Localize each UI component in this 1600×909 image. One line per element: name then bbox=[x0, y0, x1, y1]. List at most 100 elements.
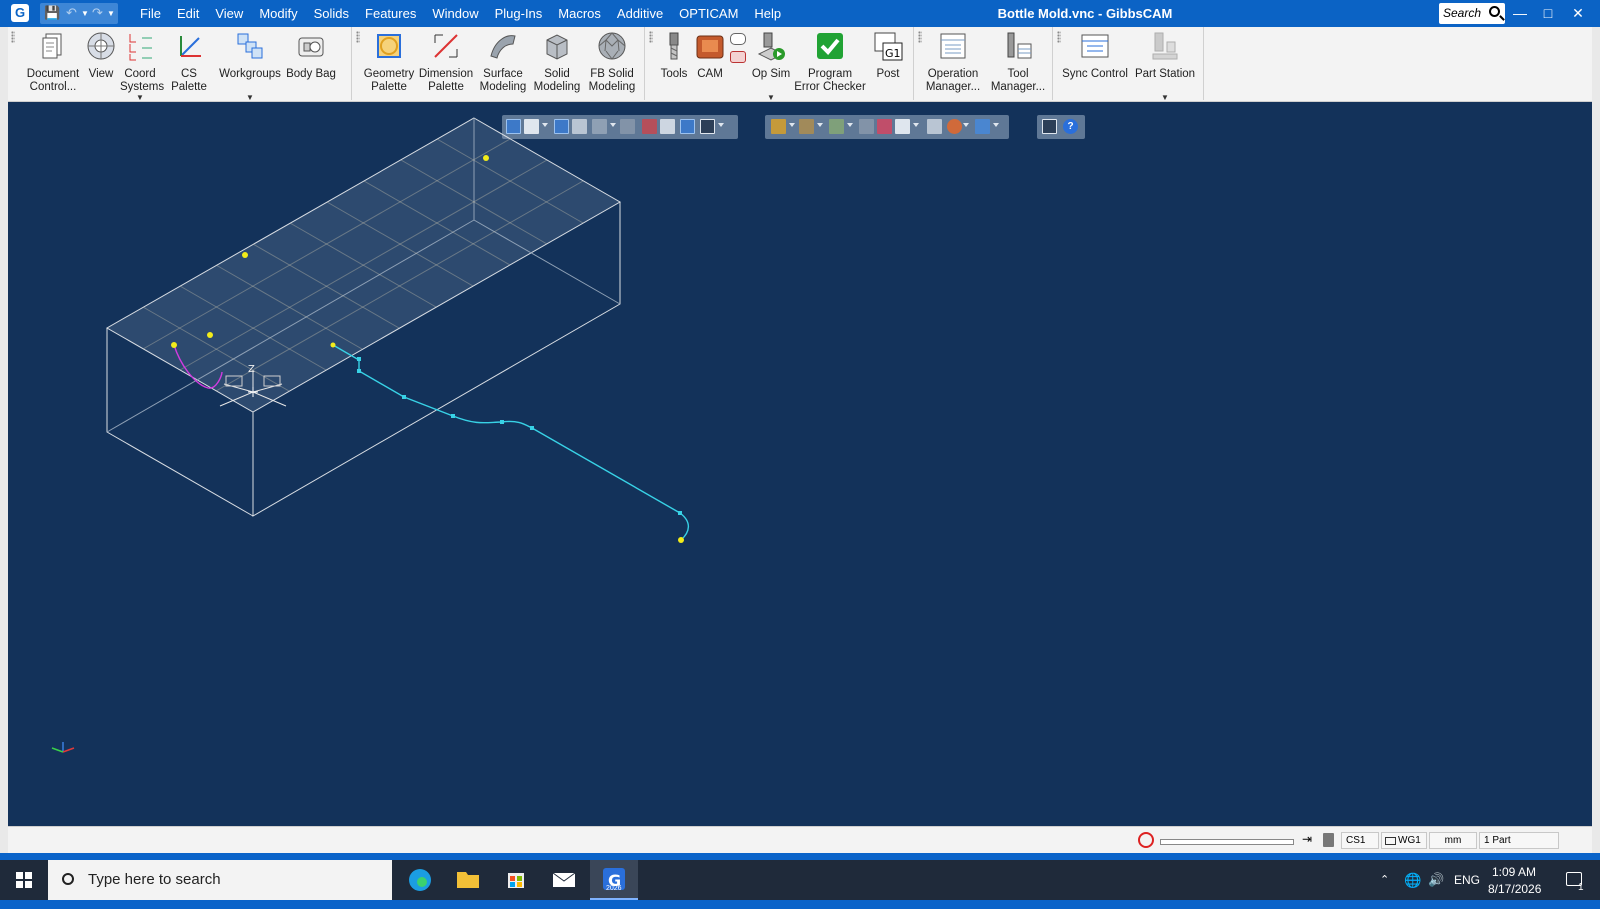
edge-app[interactable] bbox=[396, 860, 444, 900]
clock-date[interactable]: 8/17/2026 bbox=[1488, 869, 1541, 909]
maximize-button[interactable]: □ bbox=[1534, 0, 1562, 27]
redo-dropdown-icon[interactable]: ▼ bbox=[107, 9, 115, 18]
sync-control-label: Sync Control bbox=[1062, 68, 1128, 80]
tool-manager-label-2: Manager... bbox=[990, 81, 1046, 93]
sync-control-button[interactable]: Sync Control bbox=[1060, 30, 1130, 81]
body-bag-button[interactable]: Body Bag bbox=[284, 30, 338, 81]
menu-view[interactable]: View bbox=[207, 0, 251, 27]
document-control-button[interactable]: Document Control... bbox=[22, 30, 84, 94]
close-button[interactable]: ✕ bbox=[1564, 0, 1592, 27]
fb-solid-modeling-label-2: Modeling bbox=[588, 81, 636, 93]
surface-modeling-button[interactable]: Surface Modeling bbox=[475, 30, 531, 94]
cam-icon bbox=[696, 35, 724, 59]
cs-palette-label: CS Palette bbox=[171, 68, 207, 93]
menu-solids[interactable]: Solids bbox=[306, 0, 357, 27]
post-button[interactable]: G1 Post bbox=[870, 30, 906, 81]
operation-manager-button[interactable]: Operation Manager... bbox=[921, 30, 985, 94]
stop-icon[interactable] bbox=[1138, 832, 1154, 848]
cs-palette-button[interactable]: CS Palette bbox=[162, 30, 216, 94]
store-icon bbox=[508, 873, 524, 888]
dimension-palette-label-2: Palette bbox=[428, 81, 464, 93]
gibbscam-logo-icon[interactable]: G bbox=[11, 4, 29, 22]
toolbar-grip[interactable] bbox=[11, 31, 15, 43]
undo-dropdown-icon[interactable]: ▼ bbox=[81, 9, 89, 18]
toolbar-group-cam: Tools CAM Op Sim ▼ Program Error Checker… bbox=[646, 27, 914, 102]
part-station-button[interactable]: Part Station ▼ bbox=[1132, 30, 1198, 102]
status-parts[interactable]: 1 Part bbox=[1479, 832, 1559, 849]
trash-icon[interactable] bbox=[1323, 833, 1334, 847]
surface-modeling-label-2: Modeling bbox=[479, 81, 527, 93]
fb-solid-modeling-button[interactable]: FB Solid Modeling bbox=[583, 30, 641, 94]
network-icon[interactable]: 🌐 bbox=[1404, 860, 1421, 900]
taskbar-search-placeholder: Type here to search bbox=[88, 871, 221, 888]
tool-manager-icon bbox=[1007, 32, 1032, 59]
volume-icon[interactable]: 🔊 bbox=[1428, 860, 1444, 900]
program-error-checker-button[interactable]: Program Error Checker bbox=[792, 30, 868, 94]
solid-modeling-label-1: Solid bbox=[544, 68, 570, 80]
taskbar-search[interactable]: Type here to search bbox=[48, 860, 392, 900]
menu-additive[interactable]: Additive bbox=[609, 0, 671, 27]
model-geometry[interactable]: Z bbox=[8, 102, 1592, 826]
op-sim-button[interactable]: Op Sim ▼ bbox=[750, 30, 792, 102]
dimension-palette-icon bbox=[434, 34, 458, 58]
coord-systems-button[interactable]: Coord Systems ▼ bbox=[120, 30, 164, 102]
status-units[interactable]: mm bbox=[1429, 832, 1477, 849]
body-bag-icon bbox=[298, 37, 324, 57]
menu-macros[interactable]: Macros bbox=[550, 0, 609, 27]
gibbscam-taskbar-app[interactable]: G 2026 bbox=[590, 860, 638, 900]
menu-file[interactable]: File bbox=[132, 0, 169, 27]
coord-systems-icon bbox=[129, 34, 152, 61]
redo-icon[interactable]: ↷ bbox=[92, 5, 103, 21]
minimize-button[interactable]: — bbox=[1506, 0, 1534, 27]
undo-icon[interactable]: ↶ bbox=[66, 5, 77, 21]
menu-edit[interactable]: Edit bbox=[169, 0, 207, 27]
cam-button[interactable]: CAM bbox=[694, 30, 726, 81]
document-control-label-1: Document bbox=[26, 68, 80, 80]
menu-help[interactable]: Help bbox=[746, 0, 789, 27]
program-error-checker-label-2: Error Checker bbox=[794, 81, 866, 93]
solid-modeling-icon bbox=[546, 34, 568, 60]
status-cs[interactable]: CS1 bbox=[1341, 832, 1379, 849]
menu-features[interactable]: Features bbox=[357, 0, 424, 27]
toolbar-group-document: Document Control... View Coord Systems ▼… bbox=[8, 27, 352, 102]
menu-modify[interactable]: Modify bbox=[251, 0, 305, 27]
menu-window[interactable]: Window bbox=[424, 0, 486, 27]
view-button[interactable]: View bbox=[84, 30, 118, 81]
toolbar-grip[interactable] bbox=[356, 31, 360, 43]
search-icon[interactable] bbox=[1489, 6, 1500, 17]
menu-opticam[interactable]: OPTICAM bbox=[671, 0, 746, 27]
file-explorer-app[interactable] bbox=[444, 860, 492, 900]
top-face-grid bbox=[142, 138, 584, 392]
part-station-label: Part Station bbox=[1134, 68, 1196, 80]
start-button[interactable] bbox=[0, 860, 48, 900]
show-hidden-icons-icon[interactable]: ⌃ bbox=[1380, 860, 1389, 900]
pin-icon[interactable]: ⇥ bbox=[1302, 832, 1312, 846]
dimension-palette-button[interactable]: Dimension Palette bbox=[417, 30, 475, 94]
fb-solid-modeling-icon bbox=[598, 32, 626, 60]
tools-icon bbox=[669, 32, 679, 60]
store-app[interactable] bbox=[492, 860, 540, 900]
profile-curve[interactable] bbox=[332, 344, 690, 541]
search-box[interactable]: Search bbox=[1439, 3, 1505, 24]
solid-modeling-button[interactable]: Solid Modeling bbox=[531, 30, 583, 94]
toolbar-grip[interactable] bbox=[649, 31, 653, 43]
tools-label: Tools bbox=[660, 68, 688, 80]
post-processor-icon[interactable] bbox=[730, 51, 746, 63]
menu-plug-ins[interactable]: Plug-Ins bbox=[487, 0, 551, 27]
workgroups-button[interactable]: Workgroups ▼ bbox=[218, 30, 282, 102]
solid-modeling-label-2: Modeling bbox=[533, 81, 581, 93]
geometry-palette-button[interactable]: Geometry Palette bbox=[361, 30, 417, 94]
tool-manager-button[interactable]: Tool Manager... bbox=[987, 30, 1049, 94]
mail-app[interactable] bbox=[540, 860, 588, 900]
title-bar: G 💾 ↶ ▼ ↷ ▼ File Edit View Modify Solids… bbox=[0, 0, 1600, 27]
folder-icon bbox=[457, 872, 479, 888]
tools-button[interactable]: Tools bbox=[656, 30, 692, 81]
part-station-icon bbox=[1152, 32, 1178, 60]
comment-icon[interactable] bbox=[730, 33, 746, 45]
document-control-label-2: Control... bbox=[29, 81, 77, 93]
graphics-viewport[interactable]: ? Z bbox=[8, 102, 1592, 826]
geometry-palette-label-1: Geometry bbox=[363, 68, 415, 80]
workgroups-label: Workgroups bbox=[219, 68, 281, 80]
language-indicator[interactable]: ENG bbox=[1454, 860, 1480, 900]
save-icon[interactable]: 💾 bbox=[44, 5, 60, 21]
